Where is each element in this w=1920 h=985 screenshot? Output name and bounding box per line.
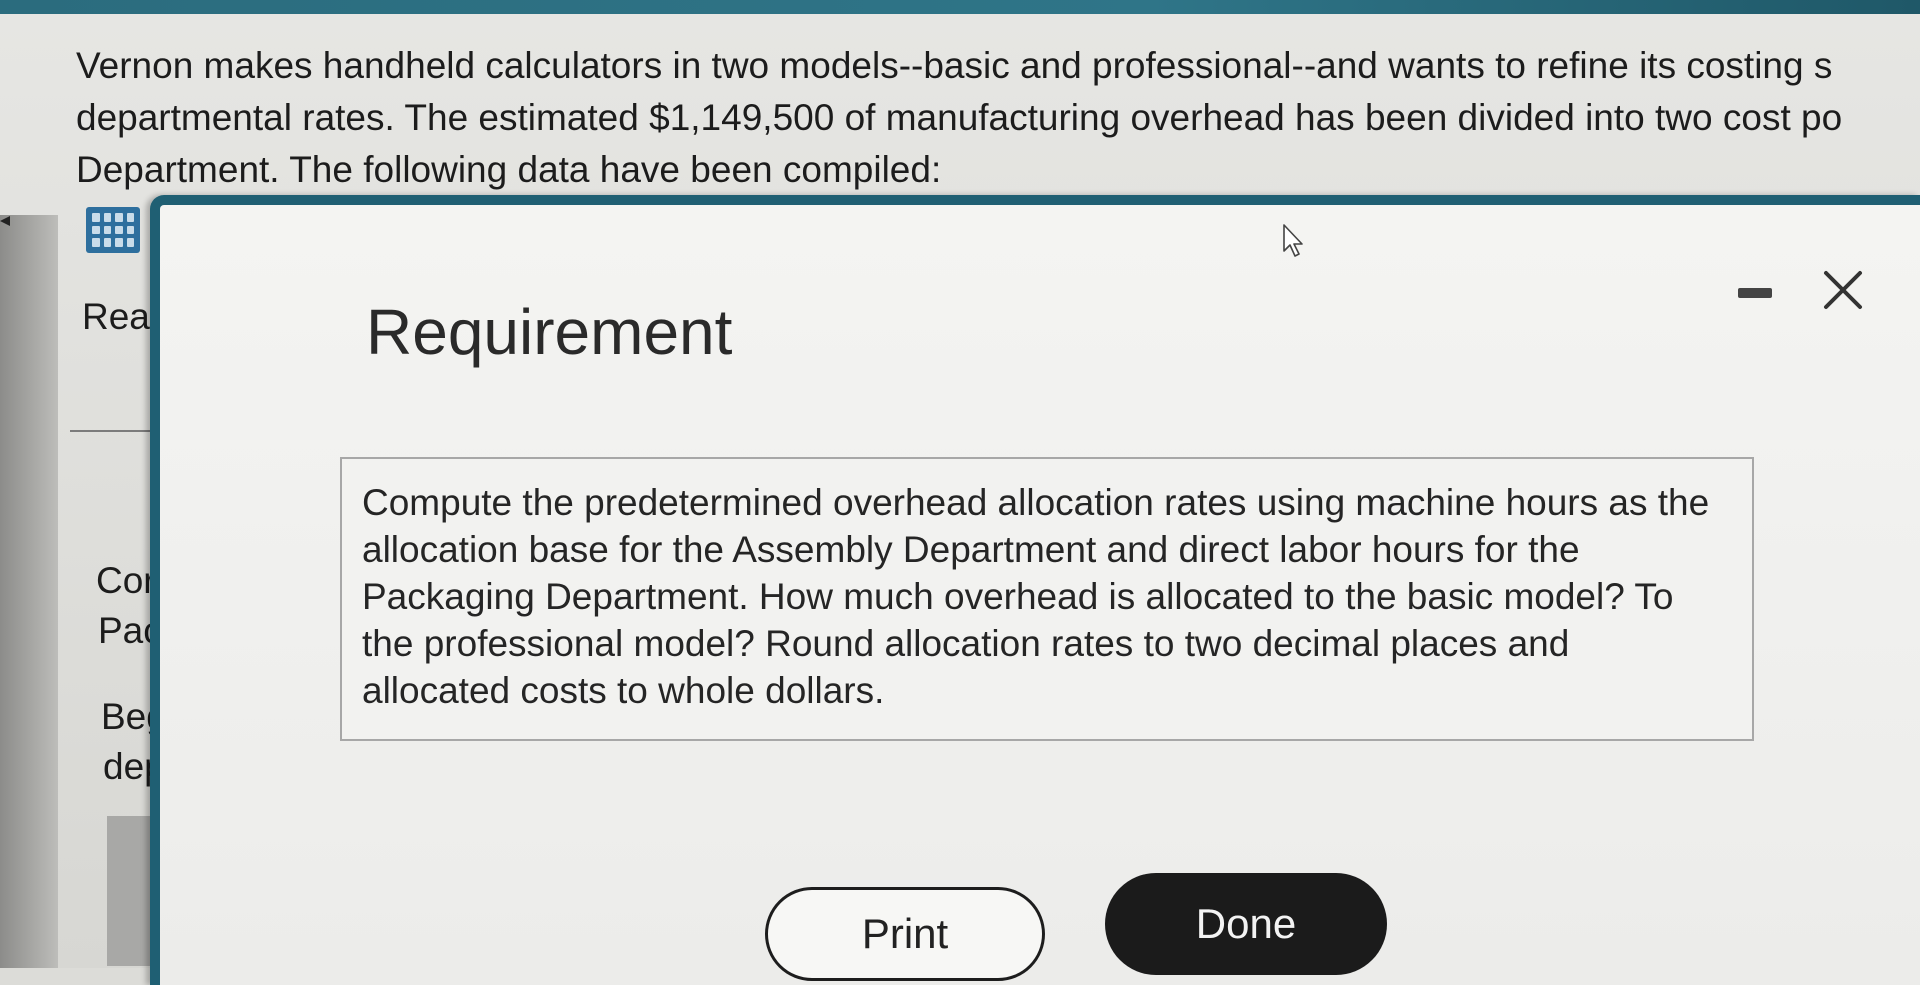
requirement-line: the professional model? Round allocation… bbox=[362, 623, 1570, 664]
requirement-line: Compute the predetermined overhead alloc… bbox=[362, 482, 1710, 523]
question-text: Vernon makes handheld calculators in two… bbox=[76, 40, 1920, 196]
question-line: departmental rates. The estimated $1,149… bbox=[76, 97, 1843, 138]
data-table-icon[interactable] bbox=[86, 207, 140, 253]
close-icon[interactable] bbox=[1818, 265, 1868, 315]
dialog-title: Requirement bbox=[366, 296, 733, 368]
background-text-fragment: Rea bbox=[82, 296, 150, 337]
requirement-line: allocated costs to whole dollars. bbox=[362, 670, 885, 711]
mouse-cursor-icon bbox=[1282, 223, 1308, 259]
done-button[interactable]: Done bbox=[1105, 873, 1387, 975]
window-top-strip bbox=[0, 0, 1920, 14]
requirement-box: Compute the predetermined overhead alloc… bbox=[340, 457, 1754, 741]
requirement-text: Compute the predetermined overhead alloc… bbox=[362, 479, 1742, 714]
left-arrow-icon[interactable] bbox=[0, 216, 10, 226]
requirement-line: allocation base for the Assembly Departm… bbox=[362, 529, 1580, 570]
left-panel-shade bbox=[0, 215, 58, 968]
print-button[interactable]: Print bbox=[765, 887, 1045, 981]
minimize-icon[interactable] bbox=[1738, 288, 1772, 298]
question-line: Vernon makes handheld calculators in two… bbox=[76, 45, 1833, 86]
background-divider bbox=[70, 430, 160, 432]
question-line: Department. The following data have been… bbox=[76, 149, 942, 190]
background-text-fragment: Cor bbox=[96, 560, 156, 601]
requirement-line: Packaging Department. How much overhead … bbox=[362, 576, 1674, 617]
requirement-dialog: Requirement Compute the predetermined ov… bbox=[150, 195, 1920, 985]
